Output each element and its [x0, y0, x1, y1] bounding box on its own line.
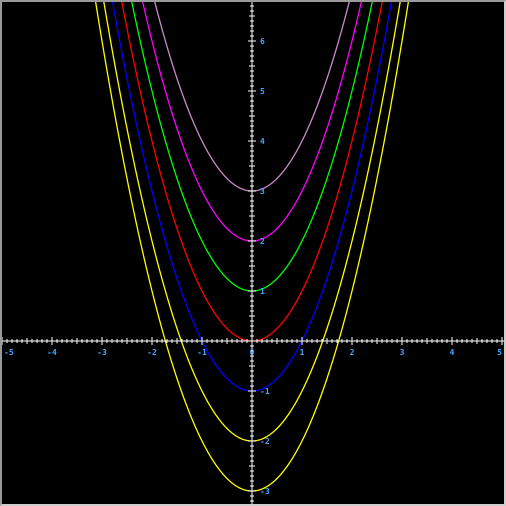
x-tick-label: -3	[97, 348, 107, 357]
chart-frame: -5 -4 -3 -2 -1 0 1 2 3 4 5 -3 -2 -1 1 2 3 4 5 6	[0, 0, 506, 506]
x-tick-label: 0	[250, 348, 255, 357]
x-tick-label: -4	[47, 348, 57, 357]
y-tick-label: -1	[260, 387, 270, 396]
y-tick-label: 6	[260, 37, 265, 46]
x-tick-label: 4	[450, 348, 455, 357]
x-tick-label: -5	[4, 348, 14, 357]
parabola-plot: -5 -4 -3 -2 -1 0 1 2 3 4 5 -3 -2 -1 1 2 3 4 5 6	[2, 2, 504, 504]
y-tick-label: 2	[260, 237, 265, 246]
x-tick-label: -1	[197, 348, 207, 357]
x-tick-label: 2	[350, 348, 355, 357]
y-tick-label: 3	[260, 187, 265, 196]
y-tick-label: 5	[260, 87, 265, 96]
x-tick-label: 1	[300, 348, 305, 357]
axes-layer	[2, 2, 504, 504]
x-tick-label: 3	[400, 348, 405, 357]
x-tick-label: -2	[147, 348, 157, 357]
y-tick-label: 4	[260, 137, 265, 146]
y-tick-label: -2	[260, 437, 270, 446]
y-tick-label: 1	[260, 287, 265, 296]
y-tick-label: -3	[260, 487, 270, 496]
x-tick-label: 5	[497, 348, 502, 357]
